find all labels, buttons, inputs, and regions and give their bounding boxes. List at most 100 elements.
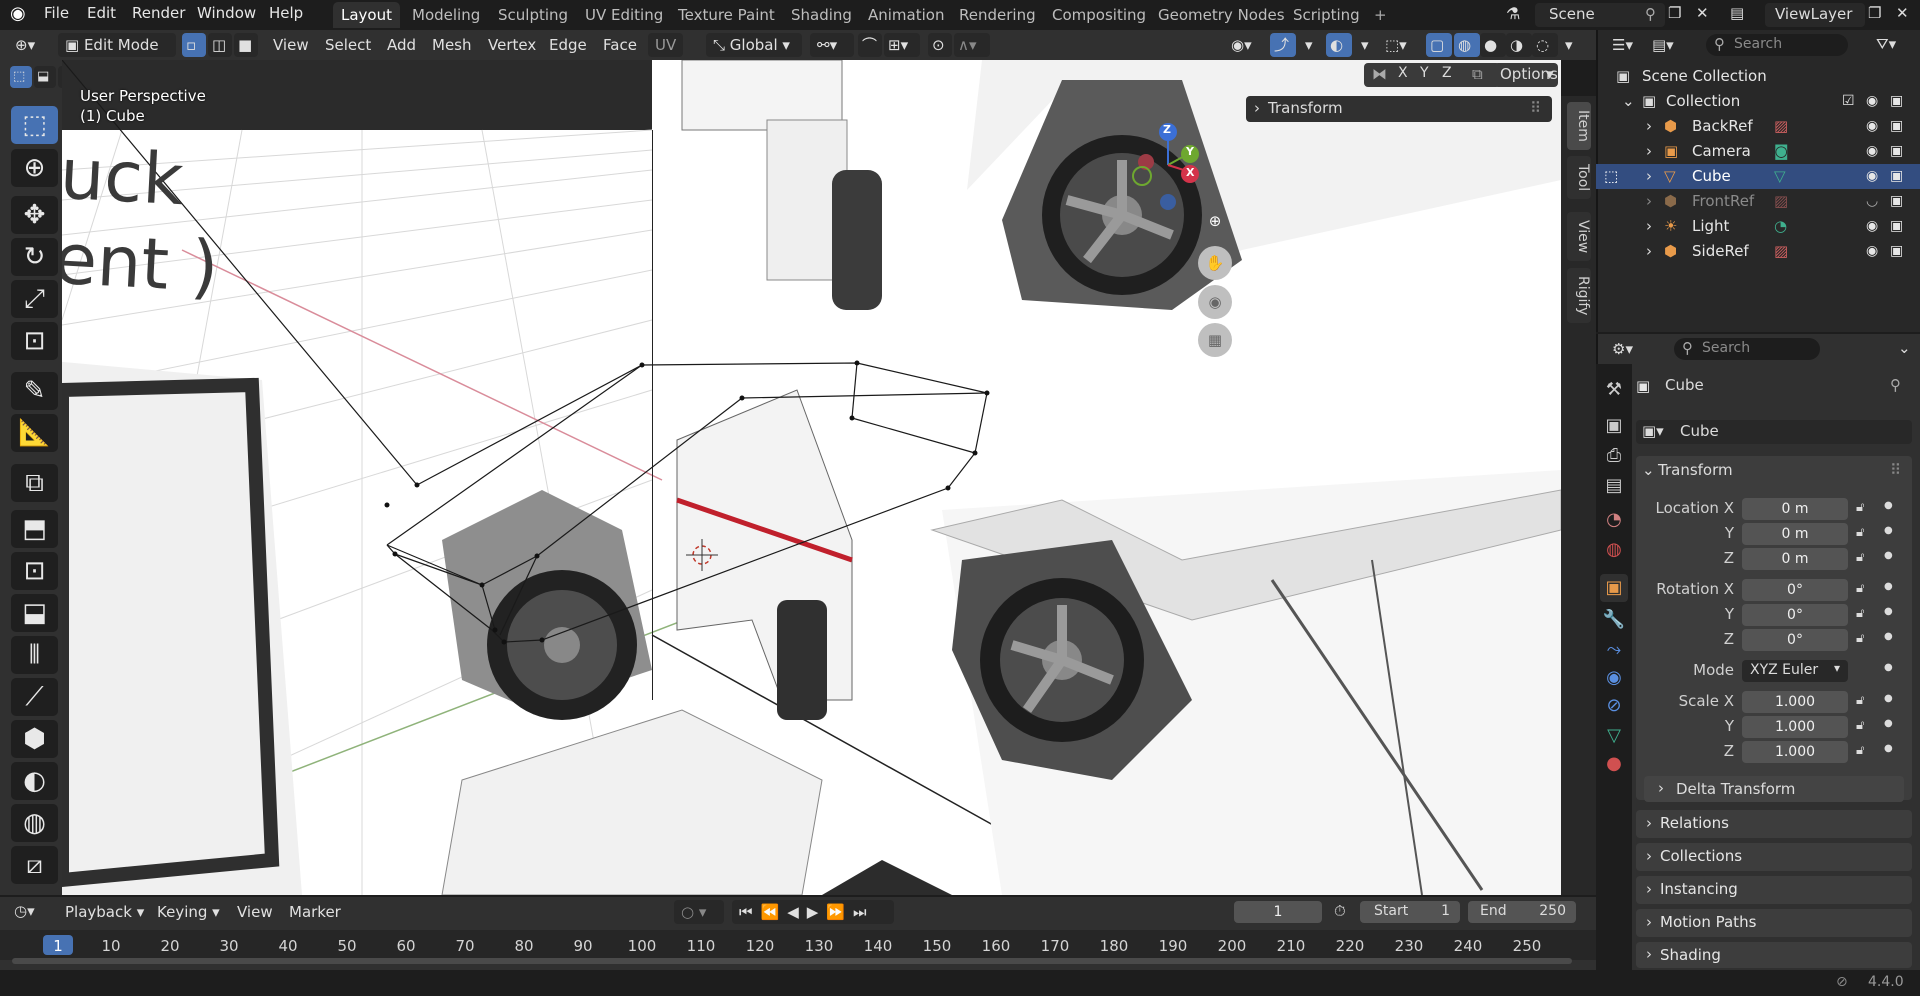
- material-shading-icon[interactable]: ◑: [1506, 33, 1532, 57]
- tool-tab-icon[interactable]: ⚒: [1600, 376, 1628, 404]
- add-cube-icon[interactable]: ⧉: [11, 464, 58, 502]
- select-extend-icon[interactable]: ⬓: [34, 66, 56, 88]
- transform-panel-header[interactable]: ⌄ Transform ⠿: [1636, 456, 1912, 486]
- chevron-down-icon[interactable]: ⌄: [1898, 339, 1911, 357]
- pivot-icon[interactable]: ⚯▾: [810, 33, 854, 57]
- outliner-item-camera[interactable]: › ▣ Camera ◙ ◉ ▣: [1596, 139, 1920, 164]
- move-icon[interactable]: ✥: [11, 196, 58, 234]
- snap-icon[interactable]: ⌒: [858, 33, 882, 57]
- outliner-item-backref[interactable]: › ⬢ BackRef ▨ ◉ ▣: [1596, 114, 1920, 139]
- tab-animation[interactable]: Animation: [860, 2, 952, 28]
- chevron-right-icon[interactable]: ›: [1646, 217, 1652, 235]
- camera-render-icon[interactable]: ▣: [1890, 168, 1903, 184]
- poly-build-icon[interactable]: ⬢: [11, 720, 58, 758]
- camera-render-icon[interactable]: ▣: [1890, 218, 1903, 234]
- lock-icon[interactable]: 🔓︎: [1856, 718, 1864, 733]
- annotate-icon[interactable]: ✎: [11, 372, 58, 410]
- chevron-down-icon[interactable]: ⌄: [1622, 92, 1635, 110]
- gizmo-dropdown-icon[interactable]: ▾: [1298, 33, 1320, 57]
- bevel-icon[interactable]: ⬓: [11, 594, 58, 632]
- keyframe-dot-icon[interactable]: ●: [1884, 718, 1893, 729]
- tab-rigify[interactable]: Rigify: [1567, 268, 1591, 324]
- cursor-icon[interactable]: ⊕: [11, 149, 58, 187]
- tab-modeling[interactable]: Modeling: [404, 2, 488, 28]
- rotation-y-field[interactable]: 0°: [1742, 604, 1848, 626]
- vertex-select-icon[interactable]: ▫: [182, 33, 206, 57]
- orientation-selector[interactable]: ⤡ Global ▾: [706, 33, 802, 57]
- visibility-icon[interactable]: ◉▾: [1224, 33, 1259, 57]
- outliner-item-cube[interactable]: ⬚ › ▽ Cube ▽ ◉ ▣: [1596, 164, 1920, 189]
- chevron-right-icon[interactable]: ›: [1646, 242, 1652, 260]
- eye-icon[interactable]: ◉: [1866, 243, 1878, 259]
- stopwatch-icon[interactable]: ⏱: [1334, 902, 1346, 920]
- location-y-field[interactable]: 0 m: [1742, 523, 1848, 545]
- lock-icon[interactable]: 🔓︎: [1856, 631, 1864, 646]
- panel-shading[interactable]: Shading: [1636, 942, 1912, 968]
- outliner-editor-icon[interactable]: ☰▾: [1612, 36, 1633, 54]
- snap-target-icon[interactable]: ⊞▾: [884, 33, 920, 57]
- wireframe-shading-icon[interactable]: ◍: [1454, 33, 1480, 57]
- camera-render-icon[interactable]: ▣: [1890, 243, 1903, 259]
- menu-help[interactable]: Help: [269, 4, 303, 22]
- loop-cut-icon[interactable]: ⫴: [11, 636, 58, 674]
- navigation-gizmo[interactable]: Z Y X: [1124, 110, 1214, 260]
- eye-icon[interactable]: ◉: [1866, 143, 1878, 159]
- tab-geometry-nodes[interactable]: Geometry Nodes: [1150, 2, 1293, 28]
- delta-transform-subpanel[interactable]: › Delta Transform: [1644, 776, 1904, 802]
- menu-edit[interactable]: Edit: [87, 4, 116, 22]
- keyframe-dot-icon[interactable]: ●: [1884, 525, 1893, 536]
- menu-file[interactable]: File: [44, 4, 69, 22]
- location-x-field[interactable]: 0 m: [1742, 498, 1848, 520]
- keyframe-dot-icon[interactable]: ●: [1884, 550, 1893, 561]
- outliner-search-field[interactable]: ⚲ Search: [1706, 34, 1848, 56]
- tab-uv-editing[interactable]: UV Editing: [577, 2, 671, 28]
- new-viewlayer-icon[interactable]: ❐: [1868, 4, 1881, 22]
- solid-shading-icon[interactable]: ●: [1480, 33, 1506, 57]
- scene-tab-icon[interactable]: ◔: [1600, 506, 1628, 534]
- next-keyframe-icon[interactable]: ⏩: [826, 903, 853, 921]
- world-tab-icon[interactable]: ◍: [1600, 536, 1628, 564]
- drag-handle-icon[interactable]: ⠿: [1530, 99, 1541, 117]
- prev-keyframe-icon[interactable]: ⏪: [761, 903, 788, 921]
- play-icon[interactable]: ▶: [807, 903, 827, 921]
- scale-z-field[interactable]: 1.000: [1742, 741, 1848, 763]
- keyframe-dot-icon[interactable]: ●: [1884, 500, 1893, 511]
- play-reverse-icon[interactable]: ◀: [787, 903, 807, 921]
- camera-render-icon[interactable]: ▣: [1890, 93, 1903, 109]
- camera-render-icon[interactable]: ▣: [1890, 118, 1903, 134]
- object-tab-icon[interactable]: ▣: [1600, 574, 1628, 602]
- object-data-icon[interactable]: ▣▾: [1642, 422, 1664, 440]
- view-layer-tab-icon[interactable]: ▤: [1600, 472, 1628, 500]
- shading-dropdown-icon[interactable]: ▾: [1558, 33, 1580, 57]
- timeline-scrollbar[interactable]: [12, 958, 1572, 964]
- tab-item[interactable]: Item: [1567, 102, 1591, 150]
- transform-icon[interactable]: ⊡: [11, 322, 58, 360]
- scene-selector[interactable]: Scene ⚲: [1535, 3, 1665, 27]
- viewlayer-selector[interactable]: ViewLayer: [1765, 3, 1865, 27]
- outliner-item-sideref[interactable]: › ⬢ SideRef ▨ ◉ ▣: [1596, 239, 1920, 264]
- scale-y-field[interactable]: 1.000: [1742, 716, 1848, 738]
- menu-marker[interactable]: Marker: [282, 900, 348, 924]
- extrude-icon[interactable]: ⬒: [11, 510, 58, 548]
- timeline-editor-icon[interactable]: ◷▾: [14, 902, 35, 920]
- lock-icon[interactable]: 🔓︎: [1856, 525, 1864, 540]
- panel-motion-paths[interactable]: Motion Paths: [1636, 909, 1912, 937]
- menu-timeline-view[interactable]: View: [230, 900, 280, 924]
- 3d-viewport[interactable]: uck ent ) User Perspective (1) Cube ⧓ X …: [62, 60, 1561, 895]
- lock-icon[interactable]: 🔓︎: [1856, 550, 1864, 565]
- keyframe-dot-icon[interactable]: ●: [1884, 693, 1893, 704]
- menu-keying[interactable]: Keying ▾: [150, 900, 227, 924]
- chevron-right-icon[interactable]: ›: [1646, 117, 1652, 135]
- mirror-z-toggle[interactable]: Z: [1442, 65, 1452, 81]
- panel-relations[interactable]: Relations: [1636, 810, 1912, 838]
- select-box-icon[interactable]: ⬚: [11, 106, 58, 144]
- menu-face[interactable]: Face: [596, 33, 644, 57]
- menu-playback[interactable]: Playback ▾: [58, 900, 151, 924]
- tab-compositing[interactable]: Compositing: [1044, 2, 1154, 28]
- rotation-mode-dropdown[interactable]: XYZ Euler ▾: [1742, 660, 1848, 682]
- outliner-item-light[interactable]: › ☀ Light ◔ ◉ ▣: [1596, 214, 1920, 239]
- viewlayer-icon[interactable]: ▤: [1730, 4, 1744, 22]
- new-scene-icon[interactable]: ❐: [1668, 4, 1681, 22]
- chevron-right-icon[interactable]: ›: [1646, 167, 1652, 185]
- filter-icon[interactable]: ⛛▾: [1876, 35, 1896, 53]
